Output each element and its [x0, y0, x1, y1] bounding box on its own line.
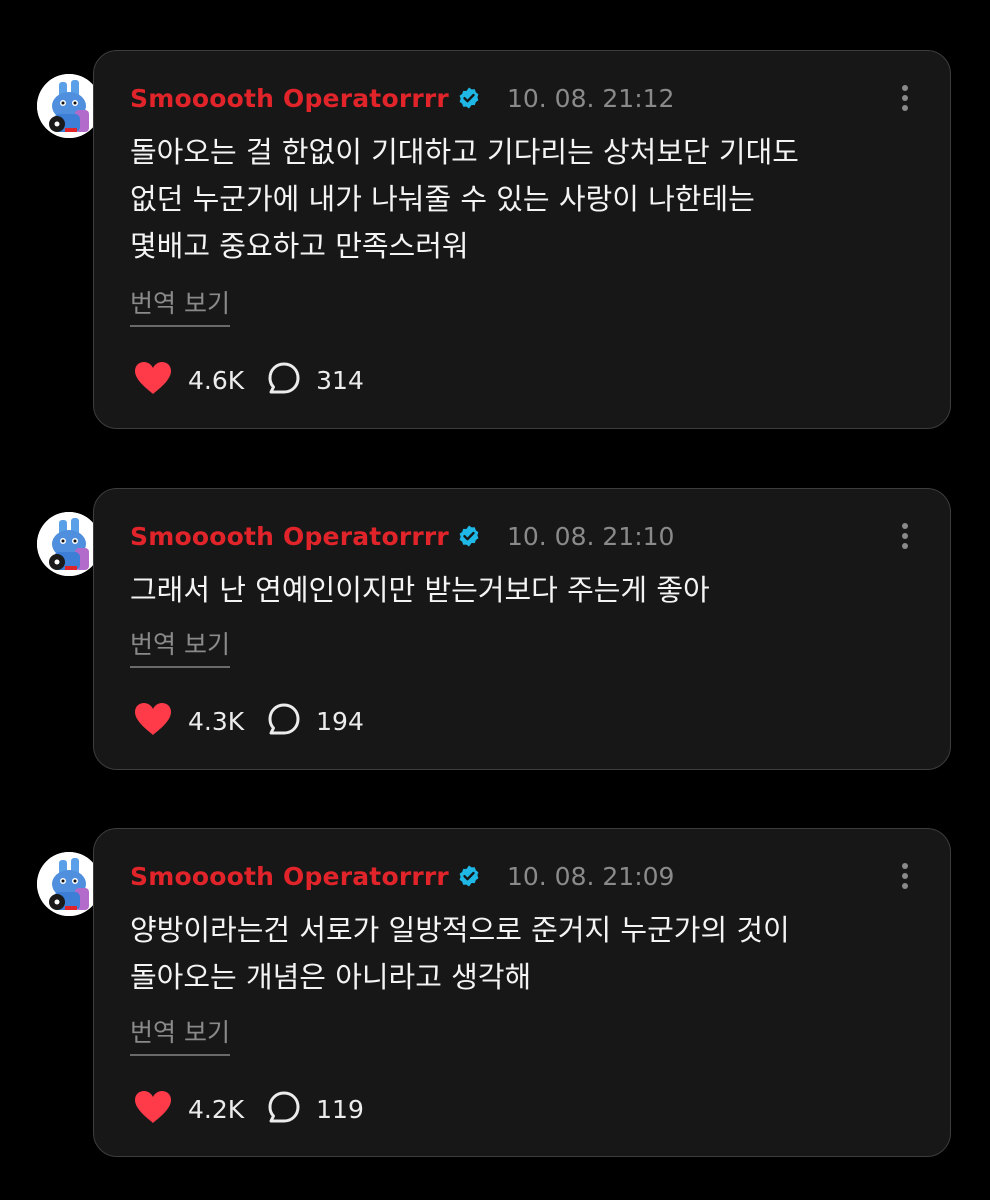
action-bar: 4.3K 194 — [132, 701, 364, 741]
verified-badge-icon — [457, 86, 481, 110]
timestamp: 10. 08. 21:09 — [506, 861, 675, 891]
more-vertical-icon[interactable] — [900, 863, 910, 893]
post-text-line: 돌아오는 걸 한없이 기대하고 기다리는 상처보단 기대도 — [130, 135, 799, 169]
reply-count: 119 — [316, 1094, 364, 1124]
post-text-line: 없던 누군가에 내가 나눠줄 수 있는 사랑이 나한테는 — [130, 182, 755, 216]
post-text-line: 그래서 난 연예인이지만 받는거보다 주는게 좋아 — [130, 573, 710, 607]
avatar[interactable] — [37, 74, 101, 138]
avatar[interactable] — [37, 852, 101, 916]
reply-count: 314 — [316, 365, 364, 395]
like-button[interactable]: 4.2K — [132, 1089, 244, 1129]
more-vertical-icon[interactable] — [900, 523, 910, 553]
heart-icon — [132, 701, 174, 741]
post-card[interactable]: Smooooth Operatorrrr 10. 08. 21:10 그래서 난… — [93, 488, 951, 770]
speech-bubble-icon — [266, 701, 302, 741]
like-button[interactable]: 4.6K — [132, 360, 244, 400]
translate-link[interactable]: 번역 보기 — [130, 1013, 230, 1056]
post-text: 양방이라는건 서로가 일방적으로 준거지 누군가의 것이 돌아오는 개념은 아니… — [130, 907, 910, 1001]
heart-icon — [132, 360, 174, 400]
like-count: 4.6K — [188, 365, 245, 395]
avatar[interactable] — [37, 512, 101, 576]
timestamp: 10. 08. 21:10 — [506, 521, 675, 551]
post-card[interactable]: Smooooth Operatorrrr 10. 08. 21:12 돌아오는 … — [93, 50, 951, 429]
reply-count: 194 — [316, 706, 364, 736]
reply-button[interactable]: 314 — [266, 360, 364, 400]
heart-icon — [132, 1089, 174, 1129]
verified-badge-icon — [457, 864, 481, 888]
post-header: Smooooth Operatorrrr 10. 08. 21:10 — [130, 519, 674, 553]
post-text-line: 몇배고 중요하고 만족스러워 — [130, 229, 469, 263]
username[interactable]: Smooooth Operatorrrr — [130, 84, 449, 113]
post-text-line: 돌아오는 개념은 아니라고 생각해 — [130, 960, 532, 994]
post-header: Smooooth Operatorrrr 10. 08. 21:09 — [130, 859, 674, 893]
username[interactable]: Smooooth Operatorrrr — [130, 522, 449, 551]
verified-badge-icon — [457, 524, 481, 548]
action-bar: 4.6K 314 — [132, 360, 364, 400]
username[interactable]: Smooooth Operatorrrr — [130, 862, 449, 891]
more-vertical-icon[interactable] — [900, 85, 910, 115]
like-count: 4.3K — [188, 706, 245, 736]
post-card[interactable]: Smooooth Operatorrrr 10. 08. 21:09 양방이라는… — [93, 828, 951, 1157]
like-button[interactable]: 4.3K — [132, 701, 244, 741]
post-text-line: 양방이라는건 서로가 일방적으로 준거지 누군가의 것이 — [130, 913, 790, 947]
timestamp: 10. 08. 21:12 — [506, 83, 675, 113]
action-bar: 4.2K 119 — [132, 1089, 364, 1129]
post-header: Smooooth Operatorrrr 10. 08. 21:12 — [130, 81, 674, 115]
speech-bubble-icon — [266, 360, 302, 400]
post-text: 그래서 난 연예인이지만 받는거보다 주는게 좋아 — [130, 567, 910, 614]
reply-button[interactable]: 119 — [266, 1089, 364, 1129]
translate-link[interactable]: 번역 보기 — [130, 284, 230, 327]
like-count: 4.2K — [188, 1094, 245, 1124]
post-text: 돌아오는 걸 한없이 기대하고 기다리는 상처보단 기대도 없던 누군가에 내가… — [130, 129, 910, 270]
speech-bubble-icon — [266, 1089, 302, 1129]
reply-button[interactable]: 194 — [266, 701, 364, 741]
translate-link[interactable]: 번역 보기 — [130, 625, 230, 668]
